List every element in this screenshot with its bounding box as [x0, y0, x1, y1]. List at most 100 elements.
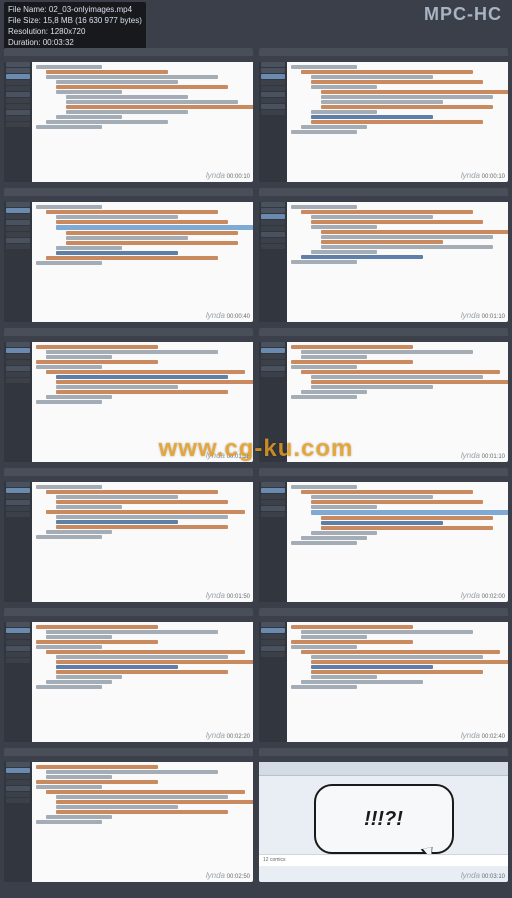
thumbnail[interactable]: lynda 00:02:20: [4, 608, 253, 742]
code-line: [46, 815, 112, 819]
code-line: [301, 536, 367, 540]
sidebar-row: [6, 74, 30, 79]
sidebar-row: [6, 622, 30, 627]
provider-logo: lynda: [461, 171, 480, 180]
editor-menubar: [259, 468, 508, 476]
sidebar-row: [261, 208, 285, 213]
sidebar-row: [261, 500, 285, 505]
sidebar-row: [6, 342, 30, 347]
code-pane: [32, 202, 253, 322]
code-line: [311, 225, 377, 229]
code-line: [36, 785, 102, 789]
sidebar-row: [6, 104, 30, 109]
sidebar-row: [261, 68, 285, 73]
sidebar-row: [261, 628, 285, 633]
code-line: [56, 500, 228, 504]
code-pane: [32, 482, 253, 602]
code-line: [301, 255, 423, 259]
thumbnail[interactable]: lynda 00:01:10: [259, 328, 508, 462]
sidebar-row: [261, 342, 285, 347]
code-line: [46, 630, 218, 634]
file-explorer-sidebar: [4, 482, 32, 602]
code-pane: [287, 482, 508, 602]
thumbnail[interactable]: lynda 00:00:40: [4, 188, 253, 322]
code-line: [56, 505, 122, 509]
code-pane: [287, 62, 508, 182]
code-line: [46, 395, 112, 399]
thumbnail[interactable]: lynda 00:02:00: [259, 468, 508, 602]
sidebar-row: [261, 488, 285, 493]
sidebar-row: [6, 768, 30, 773]
editor-menubar: [259, 48, 508, 56]
thumbnail[interactable]: lynda 00:01:10: [259, 188, 508, 322]
sidebar-row: [261, 244, 285, 249]
code-line: [291, 395, 357, 399]
timestamp-badge: 00:01:10: [482, 314, 505, 320]
code-line: [46, 650, 245, 654]
timestamp-badge: 00:00:40: [227, 314, 250, 320]
sidebar-row: [6, 348, 30, 353]
sidebar-row: [261, 74, 285, 79]
code-line: [46, 635, 112, 639]
sidebar-row: [6, 86, 30, 91]
sidebar-row: [261, 348, 285, 353]
code-line: [301, 650, 500, 654]
thumbnail[interactable]: lynda 00:01:38: [4, 328, 253, 462]
code-line: [46, 770, 218, 774]
code-line: [291, 645, 357, 649]
code-line: [56, 380, 253, 384]
sidebar-row: [261, 652, 285, 657]
sidebar-row: [6, 494, 30, 499]
code-line: [46, 75, 218, 79]
timestamp-badge: 00:00:10: [482, 174, 505, 180]
thumbnail[interactable]: lynda 00:00:10: [4, 48, 253, 182]
code-line: [66, 110, 188, 114]
code-line: [311, 375, 483, 379]
bubble-text: !!!?!: [364, 808, 403, 831]
thumbnail[interactable]: lynda 00:02:40: [259, 608, 508, 742]
code-line: [321, 521, 443, 525]
code-line: [321, 105, 493, 109]
thumbnail[interactable]: !!!?! 12 comics lynda 00:03:10: [259, 748, 508, 882]
code-line: [291, 360, 413, 364]
sidebar-row: [6, 774, 30, 779]
code-line: [46, 70, 168, 74]
code-line: [46, 210, 218, 214]
timestamp-badge: 00:02:00: [482, 594, 505, 600]
code-line: [311, 675, 377, 679]
sidebar-row: [261, 80, 285, 85]
code-line: [46, 370, 245, 374]
code-line: [46, 530, 112, 534]
sidebar-row: [261, 232, 285, 237]
code-pane: [32, 62, 253, 182]
code-line: [56, 246, 122, 250]
editor-menubar: [4, 608, 253, 616]
timestamp-badge: 00:00:10: [227, 174, 250, 180]
code-line: [291, 345, 413, 349]
sidebar-row: [6, 500, 30, 505]
thumbnail[interactable]: lynda 00:00:10: [259, 48, 508, 182]
code-line: [36, 645, 102, 649]
sidebar-row: [6, 226, 30, 231]
code-line: [66, 236, 188, 240]
sidebar-row: [261, 86, 285, 91]
sidebar-row: [6, 634, 30, 639]
code-line: [66, 241, 238, 245]
code-line: [301, 630, 473, 634]
thumbnail[interactable]: lynda 00:02:50: [4, 748, 253, 882]
code-line: [291, 130, 357, 134]
editor-menubar: [4, 188, 253, 196]
browser-chrome: [259, 762, 508, 776]
resolution-label: Resolution:: [8, 27, 48, 36]
sidebar-row: [6, 80, 30, 85]
sidebar-row: [6, 98, 30, 103]
code-line: [291, 640, 413, 644]
sidebar-row: [6, 232, 30, 237]
code-line: [56, 670, 228, 674]
comic-speech-bubble: !!!?!: [314, 784, 454, 854]
file-explorer-sidebar: [259, 342, 287, 462]
code-line: [36, 125, 102, 129]
code-line: [36, 820, 102, 824]
code-line: [321, 100, 443, 104]
thumbnail[interactable]: lynda 00:01:50: [4, 468, 253, 602]
